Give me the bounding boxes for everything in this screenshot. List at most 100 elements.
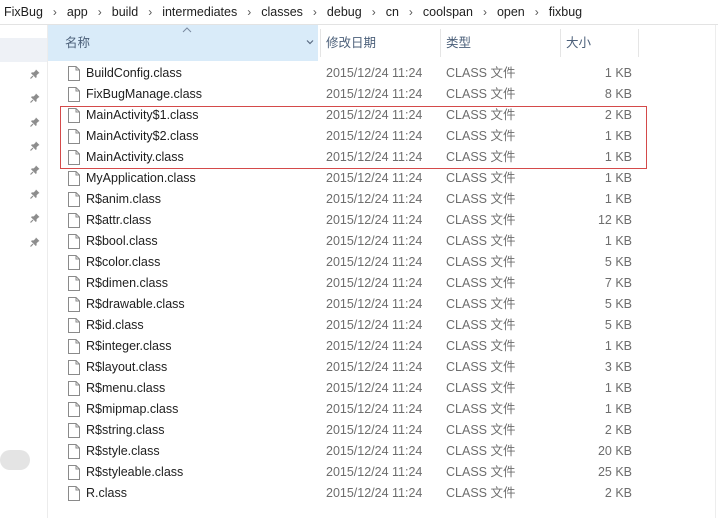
file-row[interactable]: R$menu.class 2015/12/24 11:24 CLASS 文件 1 KB	[48, 378, 718, 399]
file-row[interactable]: R$integer.class 2015/12/24 11:24 CLASS 文件 1…	[48, 336, 718, 357]
file-row[interactable]: MyApplication.class 2015/12/24 11:24 CLASS…	[48, 168, 718, 189]
file-type: CLASS 文件	[446, 297, 516, 311]
file-date: 2015/12/24 11:24	[326, 129, 423, 143]
sort-ascending-icon	[182, 27, 192, 33]
file-row[interactable]: R$styleable.class 2015/12/24 11:24 CLASS 文…	[48, 462, 718, 483]
file-date: 2015/12/24 11:24	[326, 297, 423, 311]
file-size: 12 KB	[597, 213, 632, 227]
file-row[interactable]: R.class 2015/12/24 11:24 CLASS 文件 2 KB	[48, 483, 718, 504]
breadcrumb-separator-icon[interactable]: ›	[367, 0, 381, 24]
breadcrumb-item[interactable]: FixBug	[0, 0, 48, 24]
file-type: CLASS 文件	[446, 465, 516, 479]
breadcrumb-item[interactable]: build	[107, 0, 143, 24]
file-row[interactable]: R$color.class 2015/12/24 11:24 CLASS 文件 5 K…	[48, 252, 718, 273]
file-size: 1 KB	[604, 150, 632, 164]
file-date: 2015/12/24 11:24	[326, 150, 423, 164]
file-row[interactable]: R$attr.class 2015/12/24 11:24 CLASS 文件 12 K…	[48, 210, 718, 231]
file-type: CLASS 文件	[446, 87, 516, 101]
breadcrumb-item[interactable]: fixbug	[544, 0, 587, 24]
column-header-size[interactable]: 大小	[560, 25, 638, 61]
column-header-date[interactable]: 修改日期	[320, 25, 440, 61]
file-date: 2015/12/24 11:24	[326, 444, 423, 458]
file-row[interactable]: BuildConfig.class 2015/12/24 11:24 CLASS 文…	[48, 63, 718, 84]
file-name: R$dimen.class	[86, 276, 168, 290]
file-icon	[68, 423, 80, 438]
breadcrumb-separator-icon[interactable]: ›	[48, 0, 62, 24]
file-type: CLASS 文件	[446, 129, 516, 143]
breadcrumb: FixBug › app › build › intermediates › classes › d…	[0, 0, 718, 25]
file-date: 2015/12/24 11:24	[326, 87, 423, 101]
file-name: BuildConfig.class	[86, 66, 182, 80]
pin-icon[interactable]	[30, 117, 40, 127]
file-icon	[68, 192, 80, 207]
breadcrumb-item[interactable]: open	[492, 0, 530, 24]
breadcrumb-item[interactable]: classes	[256, 0, 308, 24]
file-name: R$id.class	[86, 318, 144, 332]
file-size: 1 KB	[604, 339, 632, 353]
file-type: CLASS 文件	[446, 108, 516, 122]
file-type: CLASS 文件	[446, 381, 516, 395]
file-size: 1 KB	[604, 402, 632, 416]
breadcrumb-item[interactable]: debug	[322, 0, 367, 24]
nav-item-selected[interactable]	[0, 38, 47, 62]
pin-icon[interactable]	[30, 189, 40, 199]
file-row[interactable]: R$bool.class 2015/12/24 11:24 CLASS 文件 1 KB	[48, 231, 718, 252]
file-type: CLASS 文件	[446, 360, 516, 374]
breadcrumb-separator-icon[interactable]: ›	[93, 0, 107, 24]
file-name: R$integer.class	[86, 339, 172, 353]
breadcrumb-separator-icon[interactable]: ›	[308, 0, 322, 24]
breadcrumb-item[interactable]: intermediates	[157, 0, 242, 24]
file-type: CLASS 文件	[446, 192, 516, 206]
chevron-down-icon[interactable]	[305, 37, 315, 47]
file-row[interactable]: MainActivity$1.class 2015/12/24 11:24 CLAS…	[48, 105, 718, 126]
file-row[interactable]: R$mipmap.class 2015/12/24 11:24 CLASS 文件 1 …	[48, 399, 718, 420]
file-type: CLASS 文件	[446, 66, 516, 80]
file-row[interactable]: R$drawable.class 2015/12/24 11:24 CLASS 文件…	[48, 294, 718, 315]
breadcrumb-item[interactable]: app	[62, 0, 93, 24]
breadcrumb-separator-icon[interactable]: ›	[143, 0, 157, 24]
file-type: CLASS 文件	[446, 318, 516, 332]
file-size: 1 KB	[604, 129, 632, 143]
breadcrumb-separator-icon[interactable]: ›	[404, 0, 418, 24]
column-header-name[interactable]: 名称	[48, 25, 318, 61]
pin-icon[interactable]	[30, 237, 40, 247]
pane-divider	[715, 25, 716, 518]
pin-icon[interactable]	[30, 165, 40, 175]
file-icon	[68, 171, 80, 186]
file-name: R$styleable.class	[86, 465, 184, 479]
column-header-name-label: 名称	[65, 36, 91, 50]
file-size: 3 KB	[604, 360, 632, 374]
file-type: CLASS 文件	[446, 339, 516, 353]
file-row[interactable]: R$style.class 2015/12/24 11:24 CLASS 文件 20 …	[48, 441, 718, 462]
column-separator[interactable]	[638, 29, 639, 57]
file-size: 5 KB	[604, 255, 632, 269]
breadcrumb-separator-icon[interactable]: ›	[530, 0, 544, 24]
breadcrumb-separator-icon[interactable]: ›	[478, 0, 492, 24]
file-row[interactable]: FixBugManage.class 2015/12/24 11:24 CLASS …	[48, 84, 718, 105]
file-row[interactable]: R$string.class 2015/12/24 11:24 CLASS 文件 2 …	[48, 420, 718, 441]
pin-icon[interactable]	[30, 213, 40, 223]
file-row[interactable]: R$anim.class 2015/12/24 11:24 CLASS 文件 1 KB	[48, 189, 718, 210]
breadcrumb-item[interactable]: coolspan	[418, 0, 478, 24]
file-list: BuildConfig.class 2015/12/24 11:24 CLASS 文…	[48, 63, 718, 504]
column-header-type[interactable]: 类型	[440, 25, 560, 61]
file-row[interactable]: MainActivity.class 2015/12/24 11:24 CLASS …	[48, 147, 718, 168]
file-name: MainActivity.class	[86, 150, 184, 164]
file-row[interactable]: R$layout.class 2015/12/24 11:24 CLASS 文件 3 …	[48, 357, 718, 378]
file-row[interactable]: MainActivity$2.class 2015/12/24 11:24 CLAS…	[48, 126, 718, 147]
file-row[interactable]: R$dimen.class 2015/12/24 11:24 CLASS 文件 7 K…	[48, 273, 718, 294]
file-date: 2015/12/24 11:24	[326, 360, 423, 374]
pin-icon[interactable]	[30, 93, 40, 103]
column-header-date-label: 修改日期	[326, 36, 377, 50]
file-type: CLASS 文件	[446, 423, 516, 437]
file-icon	[68, 255, 80, 270]
file-row[interactable]: R$id.class 2015/12/24 11:24 CLASS 文件 5 KB	[48, 315, 718, 336]
breadcrumb-separator-icon[interactable]: ›	[242, 0, 256, 24]
file-size: 8 KB	[604, 87, 632, 101]
pin-icon[interactable]	[30, 141, 40, 151]
file-size: 1 KB	[604, 192, 632, 206]
breadcrumb-item[interactable]: cn	[381, 0, 404, 24]
file-size: 25 KB	[597, 465, 632, 479]
file-icon	[68, 381, 80, 396]
pin-icon[interactable]	[30, 69, 40, 79]
